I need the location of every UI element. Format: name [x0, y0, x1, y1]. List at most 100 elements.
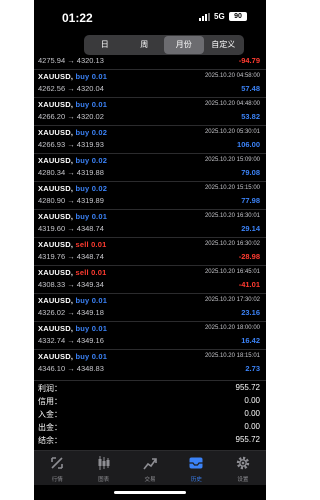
- trade-date: 2025.10.20 04:48:00: [204, 101, 260, 107]
- trade-title: XAUUSD, sell 0.01: [38, 240, 106, 249]
- trade-date: 2025.10.20 15:09:00: [204, 157, 260, 163]
- price-range: 4346.10 → 4348.83: [38, 364, 104, 373]
- trade-row[interactable]: XAUUSD, buy 0.01 2025.10.20 16:30:01 4319.…: [34, 209, 266, 236]
- symbol-label: XAUUSD,: [38, 156, 74, 165]
- side-label: buy: [75, 352, 90, 361]
- trade-title: XAUUSD, buy 0.02: [38, 184, 107, 193]
- list-item[interactable]: 4275.94 → 4320.13 -94.79: [34, 56, 266, 69]
- symbol-label: XAUUSD,: [38, 324, 74, 333]
- summary-label: 出金：: [38, 423, 62, 432]
- trade-row[interactable]: XAUUSD, buy 0.01 2025.10.20 18:15:01 4346.…: [34, 349, 266, 376]
- side-label: sell: [75, 240, 89, 249]
- trade-date: 2025.10.20 18:00:00: [204, 325, 260, 331]
- trade-title: XAUUSD, sell 0.01: [38, 268, 106, 277]
- price-range: 4319.76 → 4348.74: [38, 252, 104, 261]
- lot-label: 0.01: [91, 100, 108, 109]
- status-bar: 01:22 5G 90: [34, 0, 266, 34]
- summary-row-credit: 信用： 0.00: [34, 394, 266, 407]
- home-indicator: [114, 491, 186, 494]
- trade-row[interactable]: XAUUSD, buy 0.02 2025.10.20 15:09:00 4280.…: [34, 153, 266, 180]
- history-icon: [189, 457, 203, 469]
- trade-row[interactable]: XAUUSD, buy 0.01 2025.10.20 17:30:02 4326.…: [34, 293, 266, 320]
- tab-label: 图表: [98, 477, 110, 483]
- trade-row[interactable]: XAUUSD, buy 0.01 2025.10.20 18:00:00 4332.…: [34, 321, 266, 348]
- tab-label: 历史: [190, 477, 202, 483]
- tab-day[interactable]: 日: [85, 36, 125, 54]
- tab-label: 行情: [51, 477, 63, 483]
- price-range: 4262.56 → 4320.04: [38, 84, 104, 93]
- trade-date: 2025.10.20 05:30:01: [204, 129, 260, 135]
- trade-row[interactable]: XAUUSD, buy 0.01 2025.10.20 04:48:00 4266.…: [34, 97, 266, 124]
- symbol-label: XAUUSD,: [38, 184, 74, 193]
- tab-history[interactable]: 历史: [173, 451, 219, 485]
- trade-title: XAUUSD, buy 0.02: [38, 156, 107, 165]
- signal-icon: [199, 13, 211, 21]
- symbol-label: XAUUSD,: [38, 240, 74, 249]
- summary-row-balance: 结余： 955.72: [34, 433, 266, 446]
- summary-row-deposit: 入金： 0.00: [34, 407, 266, 420]
- summary-label: 入金：: [38, 410, 62, 419]
- price-range: 4266.20 → 4320.02: [38, 112, 104, 121]
- side-label: buy: [75, 212, 90, 221]
- lot-label: 0.01: [91, 72, 108, 81]
- lot-label: 0.01: [91, 240, 107, 249]
- summary-value: 955.72: [235, 435, 260, 444]
- lot-label: 0.02: [91, 156, 108, 165]
- summary-label: 利润：: [38, 384, 62, 393]
- profit-value: -28.98: [238, 252, 260, 261]
- trade-date: 2025.10.20 16:30:02: [204, 241, 260, 247]
- profit-value: 106.00: [237, 140, 260, 149]
- summary-value: 0.00: [244, 422, 260, 431]
- app-screen: 01:22 5G 90 日 周 月份 自定义 4275.94 → 4320.13…: [34, 0, 266, 500]
- trade-title: XAUUSD, buy 0.01: [38, 296, 107, 305]
- tab-week[interactable]: 周: [125, 36, 165, 54]
- summary-panel: 利润： 955.72 信用： 0.00 入金： 0.00 出金： 0.00 结余： 955…: [34, 380, 266, 446]
- price-range: 4326.02 → 4349.18: [38, 308, 104, 317]
- lot-label: 0.01: [91, 324, 108, 333]
- side-label: buy: [75, 72, 90, 81]
- side-label: buy: [75, 324, 90, 333]
- trade-title: XAUUSD, buy 0.01: [38, 352, 107, 361]
- tab-month[interactable]: 月份: [164, 36, 204, 54]
- summary-value: 0.00: [244, 409, 260, 418]
- profit-value: 16.42: [241, 336, 260, 345]
- tab-custom[interactable]: 自定义: [204, 36, 244, 54]
- tab-label: 交易: [144, 477, 156, 483]
- trade-icon: [143, 458, 157, 470]
- profit-value: 2.73: [245, 364, 260, 373]
- profit-value: 77.98: [241, 196, 260, 205]
- lot-label: 0.02: [91, 128, 108, 137]
- trade-row[interactable]: XAUUSD, buy 0.02 2025.10.20 15:15:00 4280.…: [34, 181, 266, 208]
- tab-settings[interactable]: 设置: [220, 451, 266, 485]
- side-label: buy: [75, 100, 90, 109]
- lot-label: 0.01: [91, 268, 107, 277]
- tab-label: 设置: [237, 477, 249, 483]
- lot-label: 0.01: [91, 352, 108, 361]
- side-label: sell: [75, 268, 89, 277]
- settings-icon: [236, 456, 250, 470]
- symbol-label: XAUUSD,: [38, 212, 74, 221]
- chart-icon: [98, 456, 110, 470]
- symbol-label: XAUUSD,: [38, 128, 74, 137]
- trade-date: 2025.10.20 16:30:01: [204, 213, 260, 219]
- lot-label: 0.02: [91, 184, 108, 193]
- trade-date: 2025.10.20 17:30:02: [204, 297, 260, 303]
- symbol-label: XAUUSD,: [38, 72, 74, 81]
- profit-value: 79.08: [241, 168, 260, 177]
- side-label: buy: [75, 184, 90, 193]
- profit-value: -94.79: [238, 56, 260, 65]
- profit-value: 53.82: [241, 112, 260, 121]
- trade-row[interactable]: XAUUSD, sell 0.01 2025.10.20 16:45:01 4308…: [34, 265, 266, 292]
- trade-date: 2025.10.20 15:15:00: [204, 185, 260, 191]
- price-range: 4275.94 → 4320.13: [38, 56, 104, 65]
- tab-chart[interactable]: 图表: [80, 451, 126, 485]
- tab-quotes[interactable]: 行情: [34, 451, 80, 485]
- history-list[interactable]: 4275.94 → 4320.13 -94.79 XAUUSD, buy 0.0…: [34, 56, 266, 380]
- tab-trade[interactable]: 交易: [127, 451, 173, 485]
- trade-row[interactable]: XAUUSD, buy 0.01 2025.10.20 04:58:00 4262.…: [34, 69, 266, 96]
- quotes-icon: [51, 457, 64, 469]
- profit-value: 57.48: [241, 84, 260, 93]
- price-range: 4332.74 → 4349.16: [38, 336, 104, 345]
- trade-row[interactable]: XAUUSD, sell 0.01 2025.10.20 16:30:02 4319…: [34, 237, 266, 264]
- trade-row[interactable]: XAUUSD, buy 0.02 2025.10.20 05:30:01 4266.…: [34, 125, 266, 152]
